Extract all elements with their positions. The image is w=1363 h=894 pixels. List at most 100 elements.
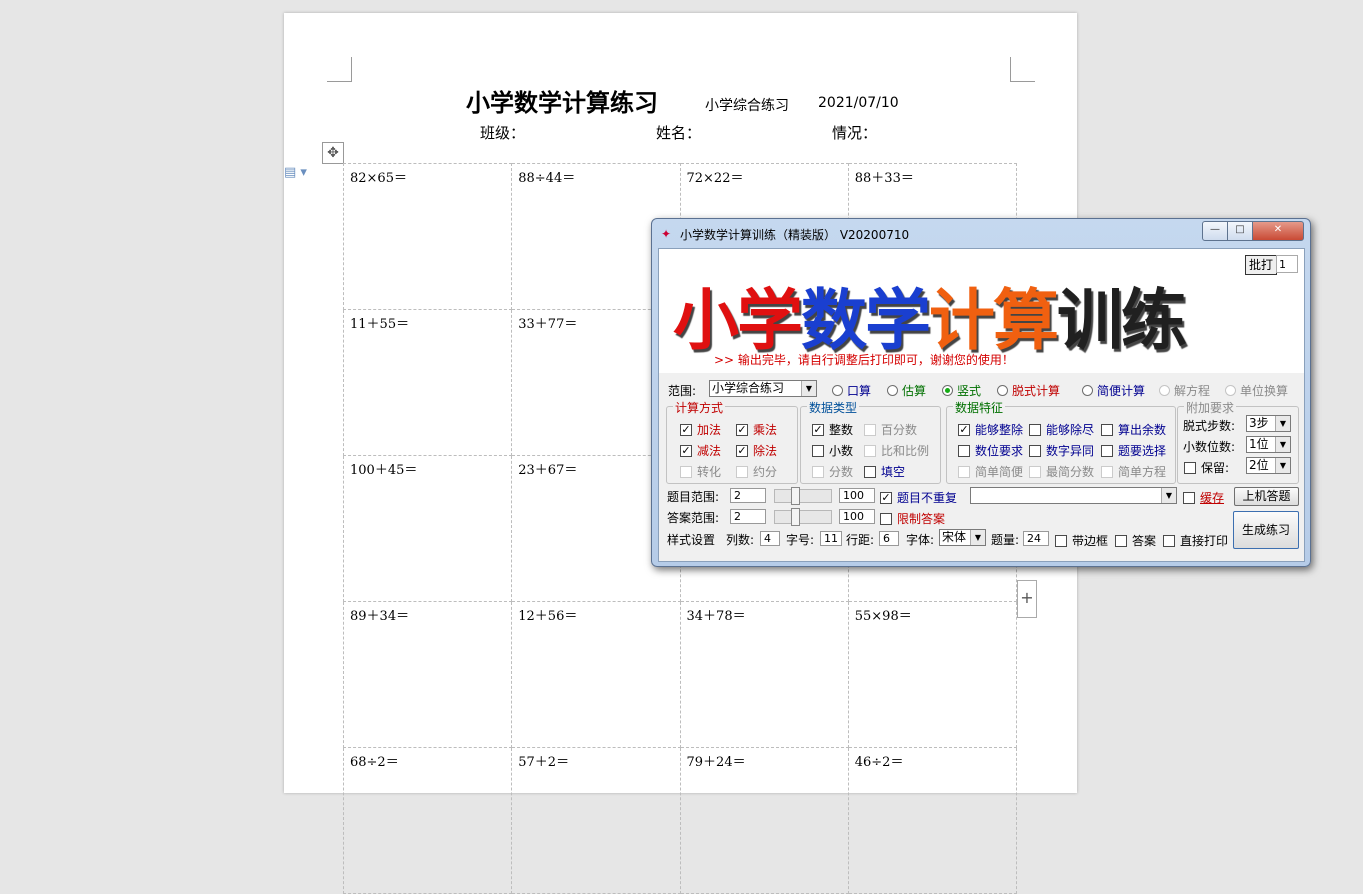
checkbox-box[interactable] <box>812 444 824 457</box>
problem-cell[interactable]: 34＋78＝ <box>679 601 849 748</box>
answer-range-max[interactable]: 100 <box>839 509 875 524</box>
calc-method-checkbox[interactable]: ✓ 加法 <box>680 421 721 438</box>
radio-button[interactable] <box>1082 385 1093 396</box>
data-type-checkbox[interactable]: 填空 <box>864 463 905 480</box>
checkbox-box[interactable] <box>1101 444 1113 457</box>
radio-button[interactable] <box>887 385 898 396</box>
keep-checkbox[interactable]: 保留: <box>1184 459 1229 476</box>
calc-method-checkbox[interactable]: ✓ 除法 <box>736 442 777 459</box>
checkbox-box[interactable]: ✓ <box>680 444 692 457</box>
checkbox-box[interactable] <box>1101 423 1113 436</box>
problem-cell[interactable]: 11＋55＝ <box>342 309 513 456</box>
mode-radio[interactable]: 竖式 <box>942 382 981 399</box>
data-type-checkbox[interactable]: 小数 <box>812 442 853 459</box>
checkbox-box[interactable]: ✓ <box>812 423 824 436</box>
mode-radio[interactable]: 脱式计算 <box>997 382 1060 399</box>
page-corner-mark <box>1010 57 1035 82</box>
calc-method-checkbox[interactable]: ✓ 乘法 <box>736 421 777 438</box>
mode-radio[interactable]: 简便计算 <box>1082 382 1145 399</box>
problem-cell[interactable]: 82×65＝ <box>342 163 513 310</box>
problem-cell[interactable]: 46÷2＝ <box>847 747 1018 894</box>
slider-thumb[interactable] <box>791 508 800 526</box>
direct-print-checkbox[interactable]: 直接打印 <box>1163 532 1228 549</box>
keep-checkbox-box[interactable] <box>1184 461 1196 474</box>
problem-cell[interactable]: 12＋56＝ <box>511 601 681 748</box>
checkbox-box[interactable]: ✓ <box>736 444 748 457</box>
generate-button[interactable]: 生成练习 <box>1233 511 1299 549</box>
answer-range-slider[interactable] <box>774 508 832 526</box>
problem-cell[interactable]: 68÷2＝ <box>342 747 513 894</box>
table-move-handle-icon[interactable]: ✥ <box>322 142 344 164</box>
minimize-button[interactable]: — <box>1202 221 1228 241</box>
online-answer-button[interactable]: 上机答题 <box>1234 487 1299 506</box>
question-range-min[interactable]: 2 <box>730 488 766 503</box>
data-feature-checkbox[interactable]: 数位要求 <box>958 442 1023 459</box>
radio-button[interactable] <box>997 385 1008 396</box>
batch-print-button[interactable]: 批打 <box>1245 255 1278 275</box>
status-field: 情况： <box>832 124 878 142</box>
columns-label: 列数: <box>726 533 755 547</box>
add-row-button[interactable]: + <box>1017 580 1037 618</box>
problem-text: 88＋33＝ <box>854 171 914 186</box>
data-feature-checkbox[interactable]: 能够除尽 <box>1029 421 1094 438</box>
checkbox-box[interactable]: ✓ <box>958 423 970 436</box>
close-button[interactable]: ✕ <box>1252 221 1304 241</box>
answer-checkbox-box[interactable] <box>1115 534 1127 547</box>
problem-text: 12＋56＝ <box>518 609 578 624</box>
fontsize-input[interactable]: 11 <box>820 531 842 546</box>
name-field: 姓名： <box>656 124 702 142</box>
steps-select[interactable]: 3步 ▼ <box>1246 415 1291 432</box>
preset-select[interactable]: ▼ <box>970 487 1177 504</box>
question-range-slider[interactable] <box>774 487 832 505</box>
mode-radio[interactable]: 口算 <box>832 382 871 399</box>
checkbox-label: 约分 <box>753 465 778 479</box>
decimals-select[interactable]: 1位 ▼ <box>1246 436 1291 453</box>
data-type-checkbox[interactable]: ✓ 整数 <box>812 421 853 438</box>
limit-answer-checkbox-box[interactable] <box>880 512 892 525</box>
mode-label: 单位换算 <box>1240 384 1289 398</box>
data-feature-checkbox[interactable]: 题要选择 <box>1101 442 1166 459</box>
problem-cell[interactable]: 55×98＝ <box>847 601 1018 748</box>
data-feature-checkbox[interactable]: ✓ 能够整除 <box>958 421 1023 438</box>
problem-cell[interactable]: 57＋2＝ <box>511 747 681 894</box>
question-range-max[interactable]: 100 <box>839 488 875 503</box>
font-select[interactable]: 宋体 ▼ <box>939 529 986 546</box>
checkbox-box[interactable]: ✓ <box>736 423 748 436</box>
linespacing-input[interactable]: 6 <box>879 531 899 546</box>
checkbox-box[interactable]: ✓ <box>680 423 692 436</box>
answer-range-min[interactable]: 2 <box>730 509 766 524</box>
border-checkbox[interactable]: 带边框 <box>1055 532 1108 549</box>
radio-button[interactable] <box>832 385 843 396</box>
slider-thumb[interactable] <box>791 487 800 505</box>
range-select[interactable]: 小学综合练习 ▼ <box>709 380 817 397</box>
columns-input[interactable]: 4 <box>760 531 780 546</box>
problem-cell[interactable]: 100＋45＝ <box>342 455 513 602</box>
limit-answer-checkbox[interactable]: 限制答案 <box>880 510 945 527</box>
checkbox-box[interactable] <box>1029 444 1041 457</box>
data-feature-checkbox[interactable]: 算出余数 <box>1101 421 1166 438</box>
checkbox-box[interactable] <box>1029 423 1041 436</box>
decimals-select-value: 1位 <box>1249 437 1269 451</box>
no-repeat-checkbox-box[interactable]: ✓ <box>880 491 892 504</box>
paragraph-options-icon[interactable]: ▤ ▾ <box>284 165 307 180</box>
checkbox-box[interactable] <box>864 465 876 478</box>
border-checkbox-box[interactable] <box>1055 534 1067 547</box>
no-repeat-checkbox[interactable]: ✓ 题目不重复 <box>880 489 957 506</box>
count-input[interactable]: 24 <box>1023 531 1049 546</box>
data-feature-checkbox[interactable]: 数字异同 <box>1029 442 1094 459</box>
problem-cell[interactable]: 79＋24＝ <box>679 747 849 894</box>
maximize-button[interactable]: □ <box>1227 221 1253 241</box>
cache-checkbox-box[interactable] <box>1183 491 1195 504</box>
banner-title-char: 练 <box>1121 282 1187 359</box>
calc-method-checkbox[interactable]: ✓ 减法 <box>680 442 721 459</box>
keep-select[interactable]: 2位 ▼ <box>1246 457 1291 474</box>
range-label: 范围: <box>668 384 697 398</box>
cache-checkbox[interactable]: 缓存 <box>1183 489 1224 506</box>
checkbox-box[interactable] <box>958 444 970 457</box>
radio-button[interactable] <box>942 385 953 396</box>
direct-print-checkbox-box[interactable] <box>1163 534 1175 547</box>
print-count-input[interactable]: 1 <box>1276 255 1298 273</box>
problem-cell[interactable]: 89＋34＝ <box>342 601 513 748</box>
answer-checkbox[interactable]: 答案 <box>1115 532 1156 549</box>
mode-radio[interactable]: 估算 <box>887 382 926 399</box>
